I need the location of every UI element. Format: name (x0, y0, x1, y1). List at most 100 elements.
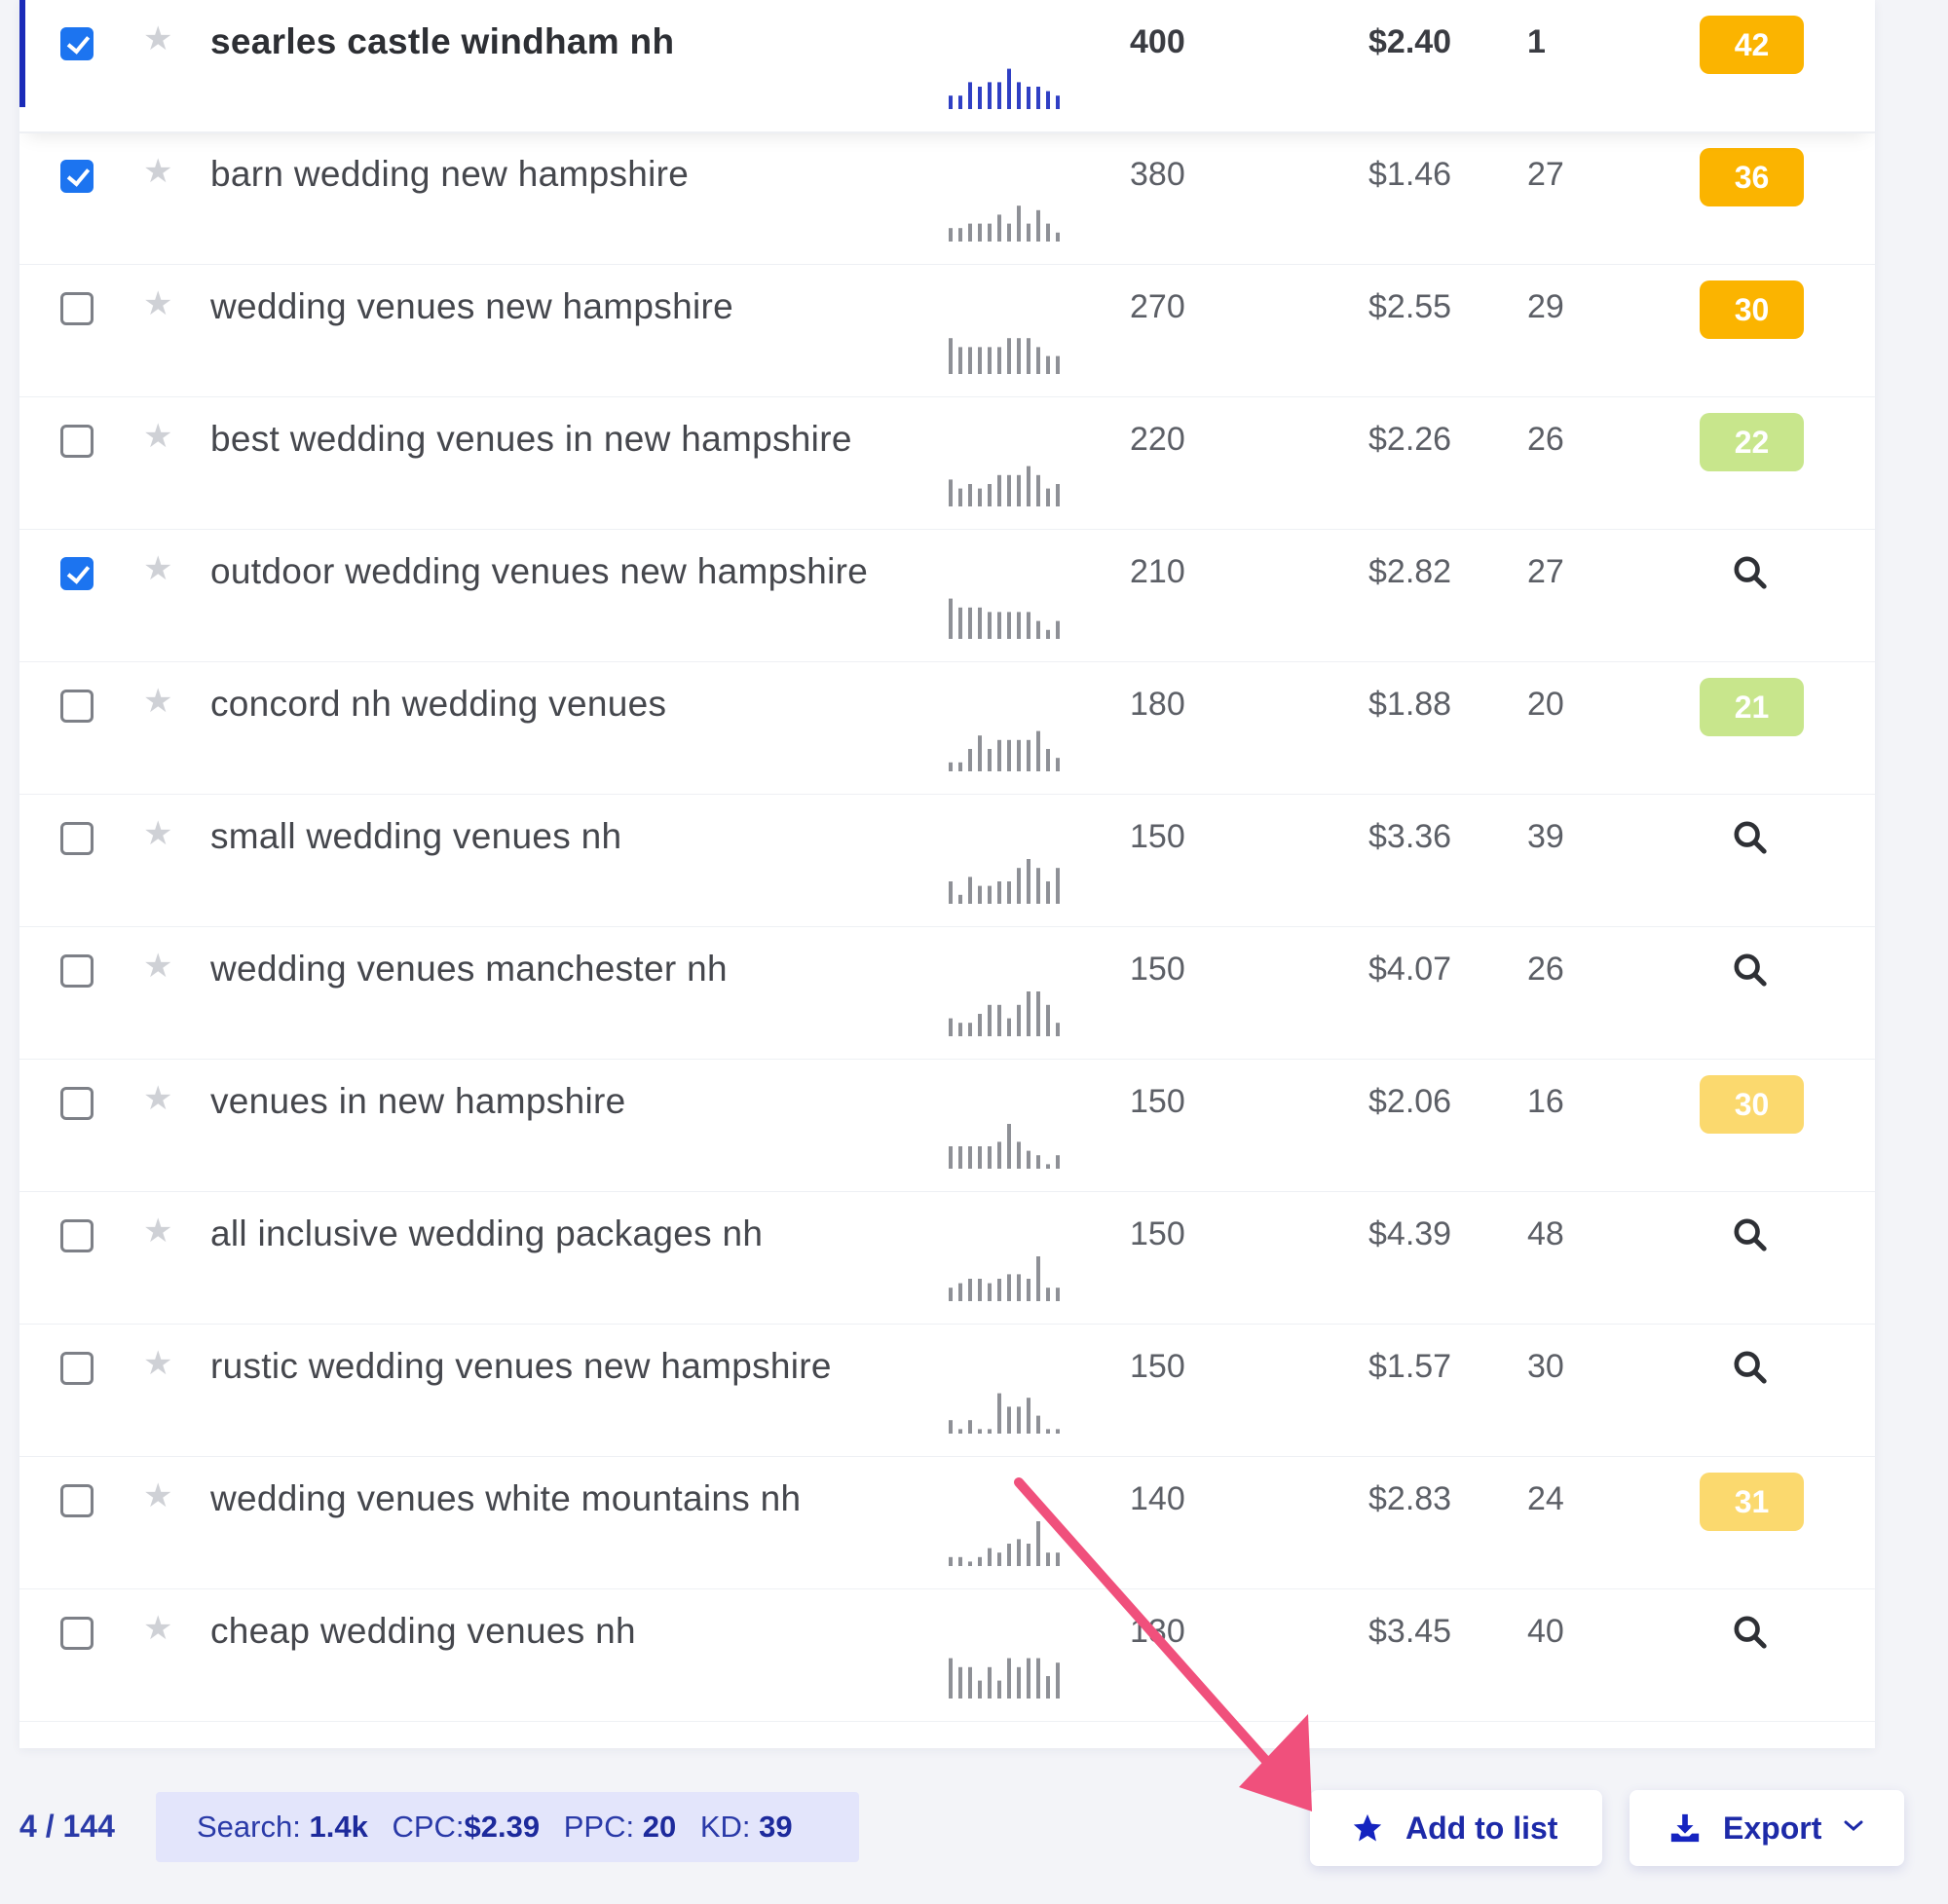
search-icon[interactable] (1731, 951, 1770, 989)
table-row[interactable]: ★ wedding venues new hampshire 270 $2.55 29 3… (19, 265, 1875, 398)
search-icon[interactable] (1731, 1348, 1770, 1387)
search-icon[interactable] (1731, 1215, 1770, 1254)
star-icon[interactable]: ★ (143, 947, 172, 986)
export-button[interactable]: Export (1630, 1790, 1904, 1866)
keyword-text[interactable]: small wedding venues nh (210, 816, 621, 857)
star-icon[interactable]: ★ (143, 284, 172, 323)
search-icon[interactable] (1731, 553, 1770, 592)
trend-bar (1017, 1406, 1021, 1434)
table-row[interactable]: ★ cheap wedding venues nh 130 $3.45 40 (19, 1589, 1875, 1723)
table-row[interactable]: ★ barn wedding new hampshire 380 $1.46 27 36 (19, 132, 1875, 266)
row-checkbox[interactable] (60, 1484, 94, 1517)
table-row[interactable]: ★ all inclusive wedding packages nh 150 $4.… (19, 1192, 1875, 1325)
trend-bar (1056, 868, 1060, 904)
star-icon[interactable]: ★ (143, 1476, 172, 1515)
row-checkbox[interactable] (60, 292, 94, 325)
keyword-text[interactable]: concord nh wedding venues (210, 684, 666, 725)
trend-bar (949, 95, 953, 109)
trend-bar (958, 1146, 962, 1169)
summary-search-value: 1.4k (309, 1810, 368, 1844)
table-row[interactable]: ★ venues in new hampshire 150 $2.06 16 30 (19, 1060, 1875, 1193)
trend-bar (997, 1279, 1001, 1301)
table-row[interactable]: ★ wedding venues manchester nh 150 $4.07 26 (19, 927, 1875, 1061)
row-checkbox[interactable] (60, 1087, 94, 1120)
trend-bar (1046, 881, 1050, 904)
trend-bar (958, 762, 962, 771)
keyword-text[interactable]: cheap wedding venues nh (210, 1611, 636, 1652)
ppc-value: 26 (1527, 951, 1564, 988)
trend-bar (997, 1393, 1001, 1434)
keyword-text[interactable]: barn wedding new hampshire (210, 154, 689, 195)
cpc-value: $1.88 (1368, 686, 1452, 723)
table-row[interactable]: ★ small wedding venues nh 150 $3.36 39 (19, 795, 1875, 928)
chevron-down-icon[interactable] (1843, 1789, 1886, 1865)
keyword-text[interactable]: rustic wedding venues new hampshire (210, 1346, 832, 1387)
trend-bar (958, 95, 962, 109)
row-checkbox[interactable] (60, 160, 94, 193)
trend-bar (968, 1420, 972, 1434)
table-row[interactable]: ★ best wedding venues in new hampshire 220… (19, 397, 1875, 531)
row-checkbox[interactable] (60, 27, 94, 60)
trend-bar (1036, 87, 1040, 109)
row-checkbox[interactable] (60, 1219, 94, 1252)
keyword-text[interactable]: outdoor wedding venues new hampshire (210, 551, 868, 592)
trend-bar (949, 762, 953, 771)
star-icon[interactable]: ★ (143, 682, 172, 721)
star-icon[interactable]: ★ (143, 152, 172, 191)
trend-bar (968, 607, 972, 639)
trend-sparkline (947, 988, 1064, 1036)
star-icon[interactable]: ★ (143, 814, 172, 853)
trend-bar (958, 1666, 962, 1699)
summary-kd-value: 39 (759, 1810, 793, 1844)
keyword-text[interactable]: venues in new hampshire (210, 1081, 625, 1122)
row-checkbox[interactable] (60, 557, 94, 590)
star-icon[interactable]: ★ (143, 417, 172, 456)
keyword-text[interactable]: wedding venues manchester nh (210, 949, 728, 989)
table-row[interactable]: ★ rustic wedding venues new hampshire 150 $… (19, 1325, 1875, 1458)
kd-badge: 22 (1700, 413, 1804, 471)
trend-bar (1017, 205, 1021, 242)
search-icon[interactable] (1731, 1613, 1770, 1652)
cpc-value: $1.46 (1368, 156, 1452, 193)
trend-bar (968, 1146, 972, 1169)
trend-bar (1046, 1164, 1050, 1169)
trend-bar (1036, 347, 1040, 374)
table-row[interactable]: ★ concord nh wedding venues 180 $1.88 20 21 (19, 662, 1875, 796)
trend-bar (1007, 1274, 1011, 1301)
row-checkbox[interactable] (60, 954, 94, 988)
star-icon[interactable]: ★ (143, 1079, 172, 1118)
star-icon[interactable]: ★ (143, 1609, 172, 1648)
keyword-text[interactable]: best wedding venues in new hampshire (210, 419, 852, 460)
row-checkbox[interactable] (60, 822, 94, 855)
row-checkbox[interactable] (60, 1352, 94, 1385)
kd-badge: 31 (1700, 1473, 1804, 1531)
row-checkbox[interactable] (60, 690, 94, 723)
trend-bar (958, 1283, 962, 1301)
summary-kd-label: KD: (699, 1810, 751, 1844)
trend-bar (1056, 1023, 1060, 1036)
trend-bar (1036, 991, 1040, 1036)
row-checkbox[interactable] (60, 425, 94, 458)
keyword-text[interactable]: all inclusive wedding packages nh (210, 1213, 763, 1254)
trend-sparkline (947, 1385, 1064, 1434)
star-icon[interactable]: ★ (143, 1212, 172, 1251)
keyword-table: ★ searles castle windham nh 400 $2.40 1 42 ★ ba… (19, 0, 1875, 1748)
table-row[interactable]: ★ searles castle windham nh 400 $2.40 1 42 (19, 0, 1875, 133)
star-icon[interactable]: ★ (143, 19, 172, 58)
table-row[interactable]: ★ outdoor wedding venues new hampshire 210… (19, 530, 1875, 663)
trend-bar (1036, 474, 1040, 506)
row-checkbox[interactable] (60, 1617, 94, 1650)
star-icon[interactable]: ★ (143, 1344, 172, 1383)
keyword-text[interactable]: wedding venues new hampshire (210, 286, 733, 327)
star-icon[interactable]: ★ (143, 549, 172, 588)
keyword-text[interactable]: searles castle windham nh (210, 21, 674, 62)
keyword-text[interactable]: wedding venues white mountains nh (210, 1478, 801, 1519)
trend-bar (949, 598, 953, 639)
trend-bar (997, 1004, 1001, 1036)
search-icon[interactable] (1731, 818, 1770, 857)
table-row[interactable]: ★ wedding venues white mountains nh 140 $2.… (19, 1457, 1875, 1590)
trend-bar (1036, 1658, 1040, 1699)
trend-bar (988, 749, 992, 771)
trend-bar (949, 338, 953, 374)
add-to-list-button[interactable]: Add to list (1310, 1790, 1602, 1866)
